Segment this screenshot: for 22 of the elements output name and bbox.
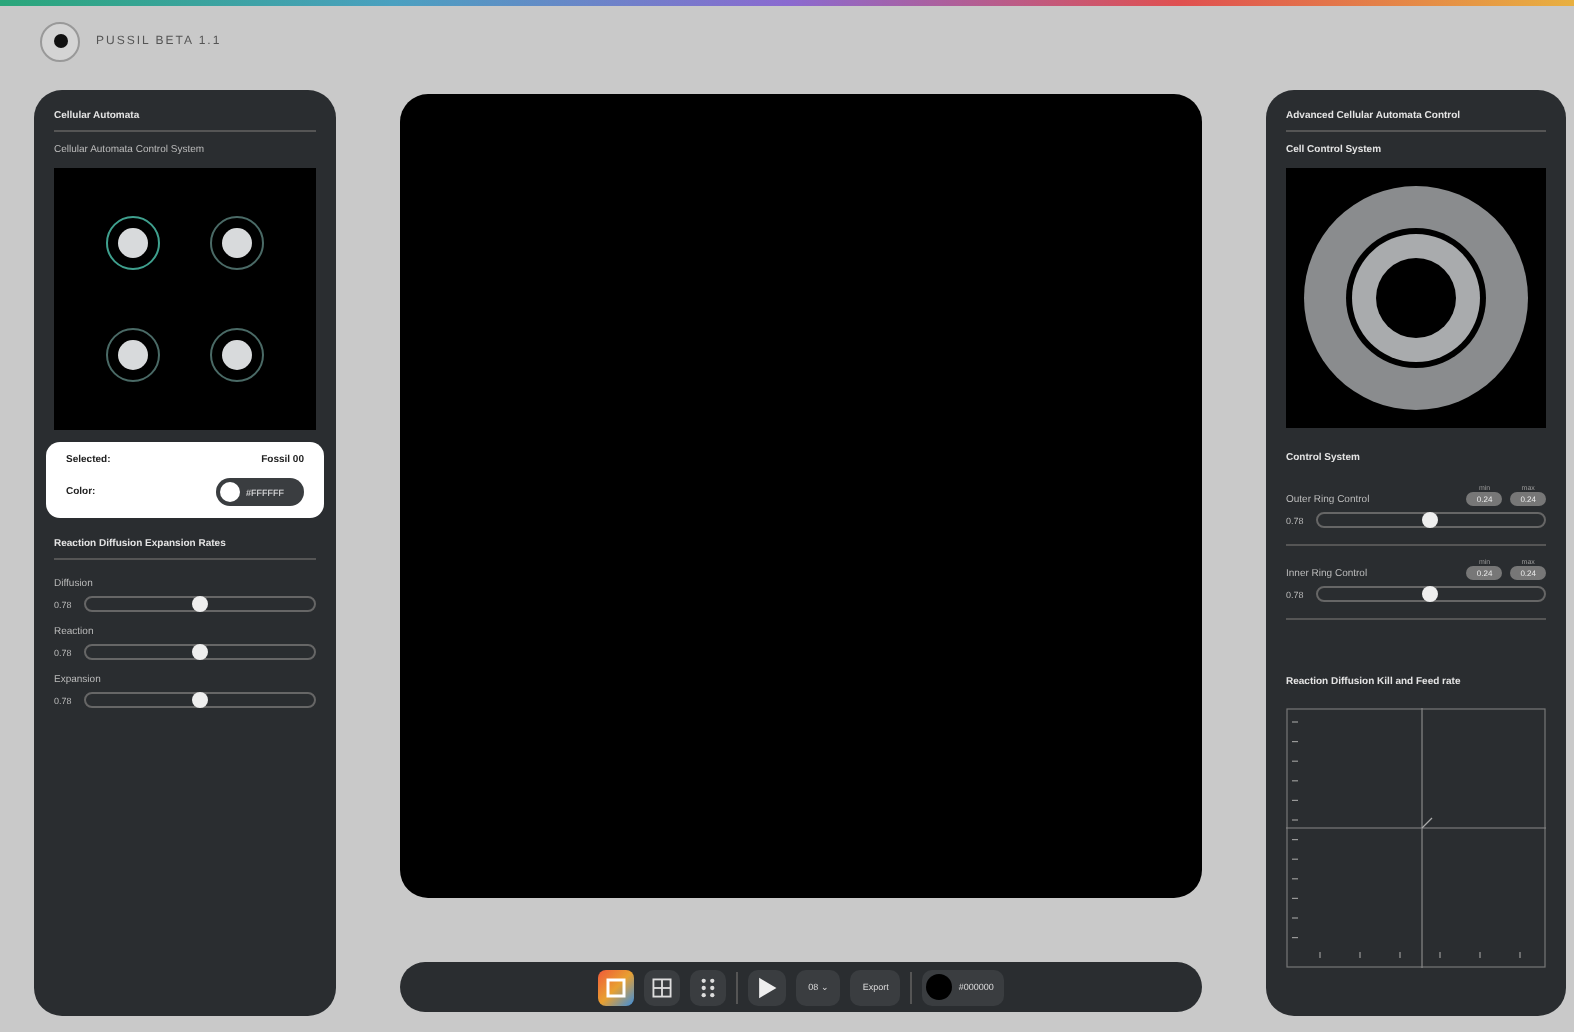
slider-track[interactable] [1315,586,1546,602]
slider-track[interactable] [83,692,316,708]
slider-thumb[interactable] [191,692,208,708]
cell-button[interactable] [209,216,264,271]
play-icon [756,975,779,999]
dots-icon [698,977,719,997]
slider-thumb[interactable] [191,644,208,660]
slider-thumb[interactable] [1422,586,1439,602]
logo-icon [40,21,80,61]
dots-button[interactable] [690,969,727,1005]
cell-button[interactable] [209,327,264,382]
slider-thumb[interactable] [191,596,208,612]
app-icon [598,969,635,1005]
slider-track[interactable] [83,596,316,612]
cell-button[interactable] [106,327,161,382]
slider-track[interactable] [1315,512,1546,528]
play-button[interactable] [748,969,787,1005]
grid-icon [652,977,673,997]
cell-button[interactable] [106,216,161,271]
slider-track[interactable] [83,644,316,660]
slider-thumb[interactable] [1422,512,1439,528]
grid-button[interactable] [644,969,681,1005]
